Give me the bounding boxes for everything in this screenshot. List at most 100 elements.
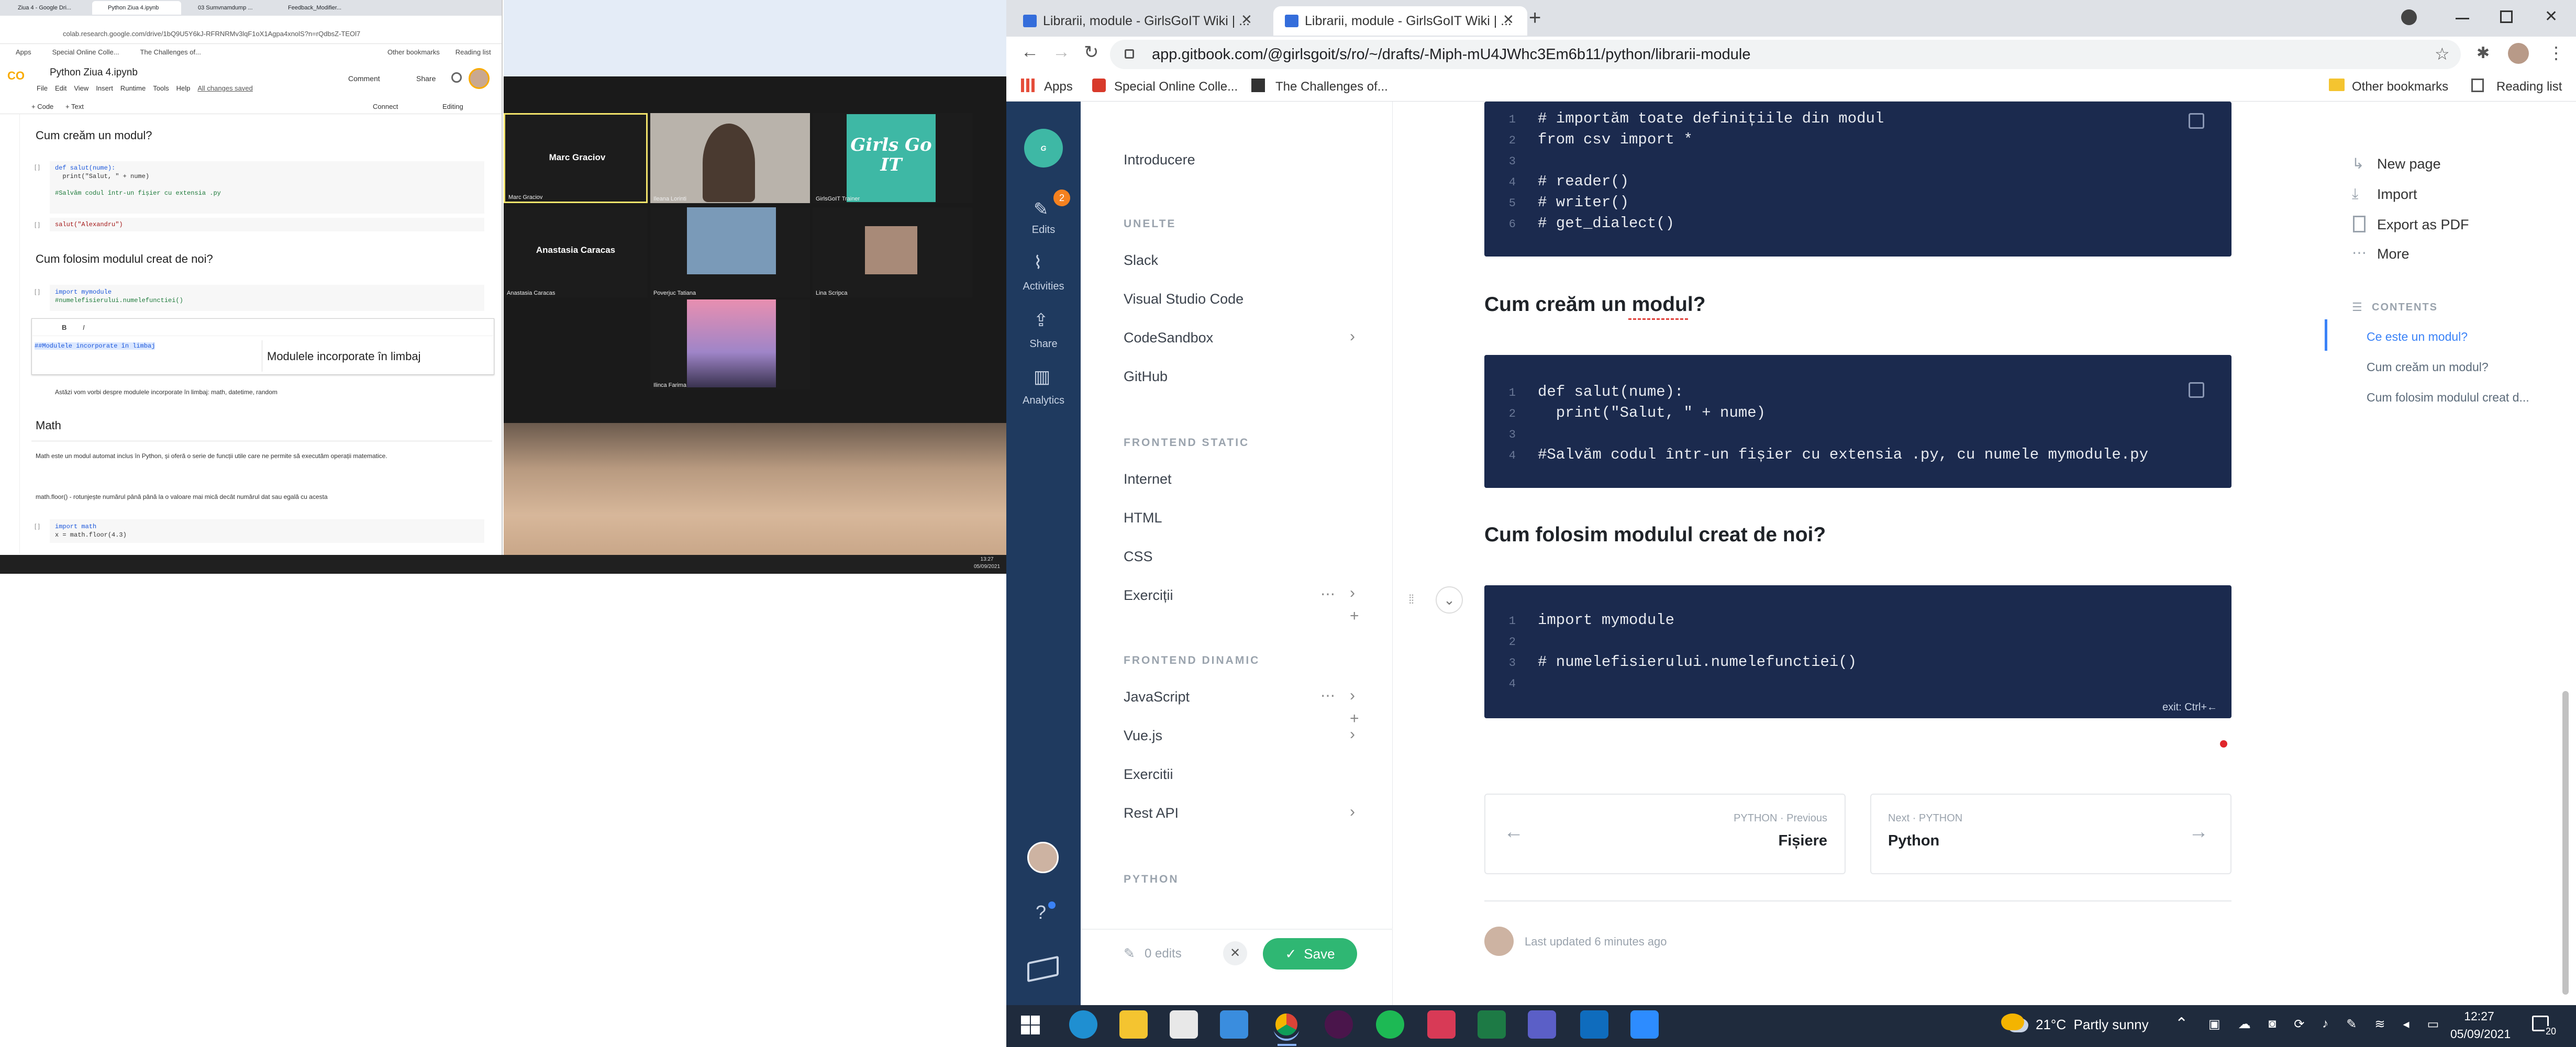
toc-link[interactable]: Cum folosim modulul creat d... [2367,391,2529,405]
tray-pen-icon[interactable]: ✎ [2346,1017,2357,1032]
bookmark[interactable]: The Challenges of... [140,48,201,56]
add-child-icon[interactable]: + [1350,607,1359,625]
nav-item[interactable]: Internet [1124,471,1172,487]
chevron-right-icon[interactable]: › [1350,687,1355,705]
saved-status[interactable]: All changes saved [197,84,253,92]
action-new-page[interactable]: New page [2377,156,2441,172]
bookmark-apps[interactable]: Apps [1044,80,1073,94]
nav-item[interactable]: Exercitii [1124,766,1173,783]
colab-url[interactable]: colab.research.google.com/drive/1bQ9U5Y6… [63,30,360,38]
tab-close-icon[interactable]: ✕ [1503,12,1514,28]
tray-sync-icon[interactable]: ⟳ [2294,1017,2304,1032]
minimize-icon[interactable] [2456,18,2469,19]
colab-avatar[interactable] [469,68,490,89]
edge-icon[interactable] [1069,1010,1097,1039]
edits-count[interactable]: 0 edits [1145,946,1182,961]
close-window-icon[interactable]: ✕ [2545,7,2558,26]
bookmark[interactable]: Reading list [456,48,491,56]
nav-item[interactable]: Slack [1124,252,1158,269]
nav-item[interactable]: Introducere [1124,152,1195,168]
space-logo[interactable]: G [1024,129,1063,168]
tab-search-icon[interactable] [2401,9,2417,25]
colab-logo-icon[interactable]: CO [7,70,28,82]
more-dots-icon[interactable]: ⋯ [1320,585,1335,603]
chrome-menu-icon[interactable]: ⋮ [2548,43,2564,63]
chrome-icon[interactable] [1272,1010,1301,1039]
tab-close-icon[interactable]: ✕ [1241,12,1252,28]
excel-icon[interactable] [1478,1010,1506,1039]
bold-button[interactable]: B [62,324,66,331]
nav-item[interactable]: CodeSandbox [1124,330,1213,346]
action-export-pdf[interactable]: Export as PDF [2377,217,2469,233]
colab-tab[interactable]: Feedback_Modifier... [272,1,361,15]
participant-tile[interactable]: Ileana Lorinti [650,113,810,203]
weather-icon[interactable] [2001,1013,2024,1030]
browser-tab[interactable]: Librarii, module - GirlsGoIT Wiki | ... [1012,6,1271,36]
page-scrollbar[interactable] [2562,691,2569,995]
rail-label[interactable]: Edits [1006,224,1081,236]
menu-runtime[interactable]: Runtime [120,84,146,92]
nav-item[interactable]: Rest API [1124,805,1179,821]
edits-icon[interactable]: ✎ [1034,199,1049,220]
bookmark-item[interactable]: The Challenges of... [1275,80,1388,94]
toc-link[interactable]: Cum creăm un modul? [2367,360,2489,374]
reload-icon[interactable]: ↻ [1084,42,1099,63]
spotify-icon[interactable] [1376,1010,1404,1039]
cell-run-brackets[interactable]: [ ] [35,221,40,228]
activities-icon[interactable]: ⌇ [1034,252,1042,273]
tray-mic-icon[interactable]: ♪ [2322,1017,2328,1032]
reading-list[interactable]: Reading list [2496,80,2562,94]
forward-icon[interactable]: → [1052,42,1070,62]
tray-battery-icon[interactable]: ▭ [2427,1017,2439,1032]
add-child-icon[interactable]: + [1350,710,1359,728]
rail-label[interactable]: Activities [1006,281,1081,293]
participant-tile[interactable]: Anastasia Caracas Anastasia Caracas [504,207,648,297]
url-text[interactable]: app.gitbook.com/@girlsgoit/s/ro/~/drafts… [1152,46,1750,63]
discard-button[interactable]: ✕ [1223,941,1247,965]
colab-tab[interactable]: 03 Sumvnamdump ... [182,1,271,15]
share-icon[interactable]: ⇪ [1034,310,1049,331]
colab-share-button[interactable]: Share [416,74,436,83]
participant-tile[interactable]: Lina Scripca [813,207,972,297]
colab-settings-icon[interactable] [451,72,462,83]
chevron-right-icon[interactable]: › [1350,584,1355,602]
bookmark-item[interactable]: Special Online Colle... [1114,80,1238,94]
start-icon[interactable] [1021,1016,1040,1034]
extensions-icon[interactable]: ✱ [2477,44,2490,62]
menu-edit[interactable]: Edit [55,84,66,92]
screen-recorder-icon[interactable] [1427,1010,1456,1039]
chevron-right-icon[interactable]: › [1350,328,1355,346]
menu-view[interactable]: View [74,84,88,92]
browser-tab-active[interactable]: Librarii, module - GirlsGoIT Wiki | ... [1273,6,1527,36]
analytics-icon[interactable]: ▥ [1034,366,1050,387]
rail-label[interactable]: Analytics [1006,395,1081,407]
profile-avatar[interactable] [2508,43,2529,64]
colab-tab[interactable]: Ziua 4 - Google Dri... [2,1,91,15]
toc-link-active[interactable]: Ce este un modul? [2367,330,2468,344]
participant-tile[interactable]: Marc Graciov Marc Graciov [504,113,648,203]
nav-item[interactable]: GitHub [1124,369,1168,385]
nav-item[interactable]: Vue.js [1124,728,1162,744]
save-button[interactable]: ✓ Save [1263,938,1357,970]
apps-grid-icon[interactable] [1021,79,1035,92]
connect-button[interactable]: Connect [373,103,398,110]
nav-item[interactable]: Exerciții [1124,587,1173,604]
menu-file[interactable]: File [37,84,48,92]
weather-text[interactable]: 21°C Partly sunny [2036,1017,2149,1033]
more-dots-icon[interactable]: ⋯ [1320,687,1335,704]
menu-help[interactable]: Help [176,84,191,92]
tray-wifi-icon[interactable]: ≋ [2374,1017,2385,1032]
tray-chevron-icon[interactable]: ⌃ [2175,1015,2188,1033]
participant-tile[interactable]: Ilinca Farima [650,299,810,389]
colab-tab-active[interactable]: Python Ziua 4.ipynb [92,1,181,15]
taskbar-left-clock[interactable]: 13:27 05/09/2021 [974,556,1000,571]
nav-item[interactable]: HTML [1124,510,1162,526]
tray-display-icon[interactable]: ▣ [2208,1017,2220,1032]
tray-camera-icon[interactable]: ◙ [2269,1017,2277,1032]
chevron-right-icon[interactable]: › [1350,726,1355,743]
teams-icon[interactable] [1528,1010,1556,1039]
zoom-icon[interactable] [1630,1010,1659,1039]
taskbar-clock[interactable]: 12:27 05/09/2021 [2450,1007,2511,1043]
new-tab-icon[interactable]: + [1529,6,1541,30]
maximize-icon[interactable] [2500,10,2513,23]
